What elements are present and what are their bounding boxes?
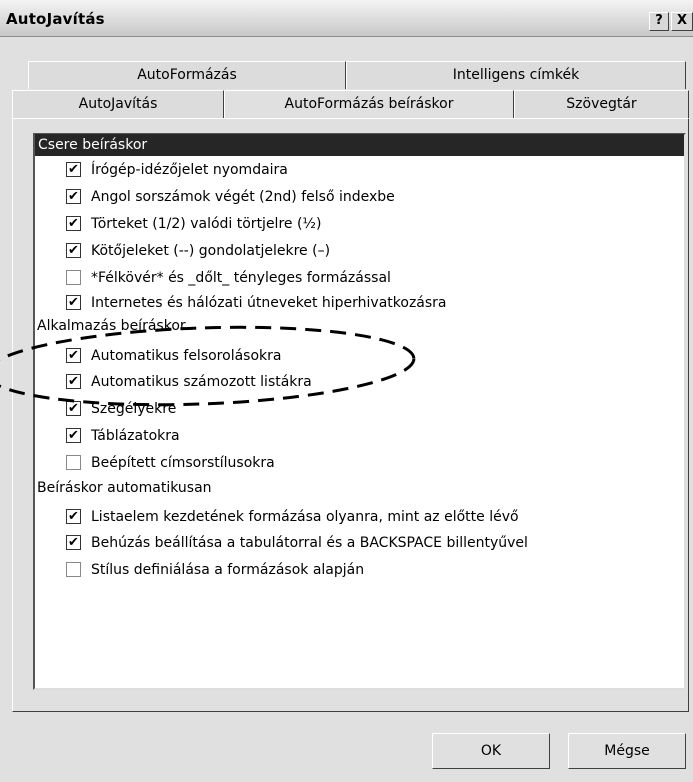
- option-label: Kötőjeleket (--) gondolatjelekre (–): [91, 243, 331, 259]
- checkbox[interactable]: ✔: [66, 295, 81, 310]
- option-label: Listaelem kezdetének formázása olyanra, …: [91, 509, 519, 525]
- checkbox[interactable]: ✔: [66, 509, 81, 524]
- checkbox[interactable]: ✔: [66, 189, 81, 204]
- option-label: Táblázatokra: [91, 428, 180, 444]
- group-header-beiraskor-automatikusan: Beíráskor automatikusan: [37, 480, 212, 496]
- checkbox[interactable]: ✔: [66, 374, 81, 389]
- tab-autoformazas-beiraskor[interactable]: AutoFormázás beíráskor: [224, 90, 514, 118]
- tab-szovegtar[interactable]: Szövegtár: [514, 90, 689, 118]
- checkbox[interactable]: [66, 455, 81, 470]
- tab-autojavitas[interactable]: AutoJavítás: [12, 90, 224, 118]
- option-label: Törteket (1/2) valódi törtjelre (½): [91, 216, 322, 232]
- checkbox[interactable]: ✔: [66, 216, 81, 231]
- checkbox[interactable]: ✔: [66, 162, 81, 177]
- option-label: Automatikus felsorolásokra: [91, 348, 282, 364]
- checkbox[interactable]: ✔: [66, 401, 81, 416]
- checkbox[interactable]: ✔: [66, 535, 81, 550]
- option-label: Behúzás beállítása a tabulátorral és a B…: [91, 535, 528, 551]
- checkbox[interactable]: [66, 562, 81, 577]
- help-button[interactable]: ?: [649, 12, 669, 31]
- checkbox[interactable]: [66, 270, 81, 285]
- cancel-button[interactable]: Mégse: [568, 733, 686, 769]
- tab-intelligens-cimkek[interactable]: Intelligens címkék: [346, 61, 686, 89]
- group-header-alkalmazas-beiraskor: Alkalmazás beíráskor: [37, 318, 186, 334]
- checkbox[interactable]: ✔: [66, 243, 81, 258]
- option-label: Szegélyekre: [91, 401, 177, 417]
- option-label: Stílus definiálása a formázások alapján: [91, 562, 365, 578]
- checkbox[interactable]: ✔: [66, 428, 81, 443]
- close-button[interactable]: X: [671, 12, 693, 31]
- autojavitas-dialog: AutoJavítás ? X AutoFormázás Intelligens…: [0, 0, 693, 782]
- group-header-csere-beiraskor: Csere beíráskor: [35, 134, 684, 156]
- title-bar: AutoJavítás ? X: [0, 0, 693, 37]
- ok-button[interactable]: OK: [432, 733, 550, 769]
- tab-autoformazas[interactable]: AutoFormázás: [28, 61, 346, 89]
- option-label: Internetes és hálózati útneveket hiperhi…: [91, 295, 447, 311]
- option-label: Automatikus számozott listákra: [91, 374, 312, 390]
- option-label: Beépített címsorstílusokra: [91, 455, 275, 471]
- option-label: Írógép-idézőjelet nyomdaira: [91, 162, 288, 178]
- option-label: *Félkövér* és _dőlt_ tényleges formázáss…: [91, 270, 391, 286]
- checkbox[interactable]: ✔: [66, 348, 81, 363]
- window-title: AutoJavítás: [6, 10, 105, 28]
- option-label: Angol sorszámok végét (2nd) felső indexb…: [91, 189, 395, 205]
